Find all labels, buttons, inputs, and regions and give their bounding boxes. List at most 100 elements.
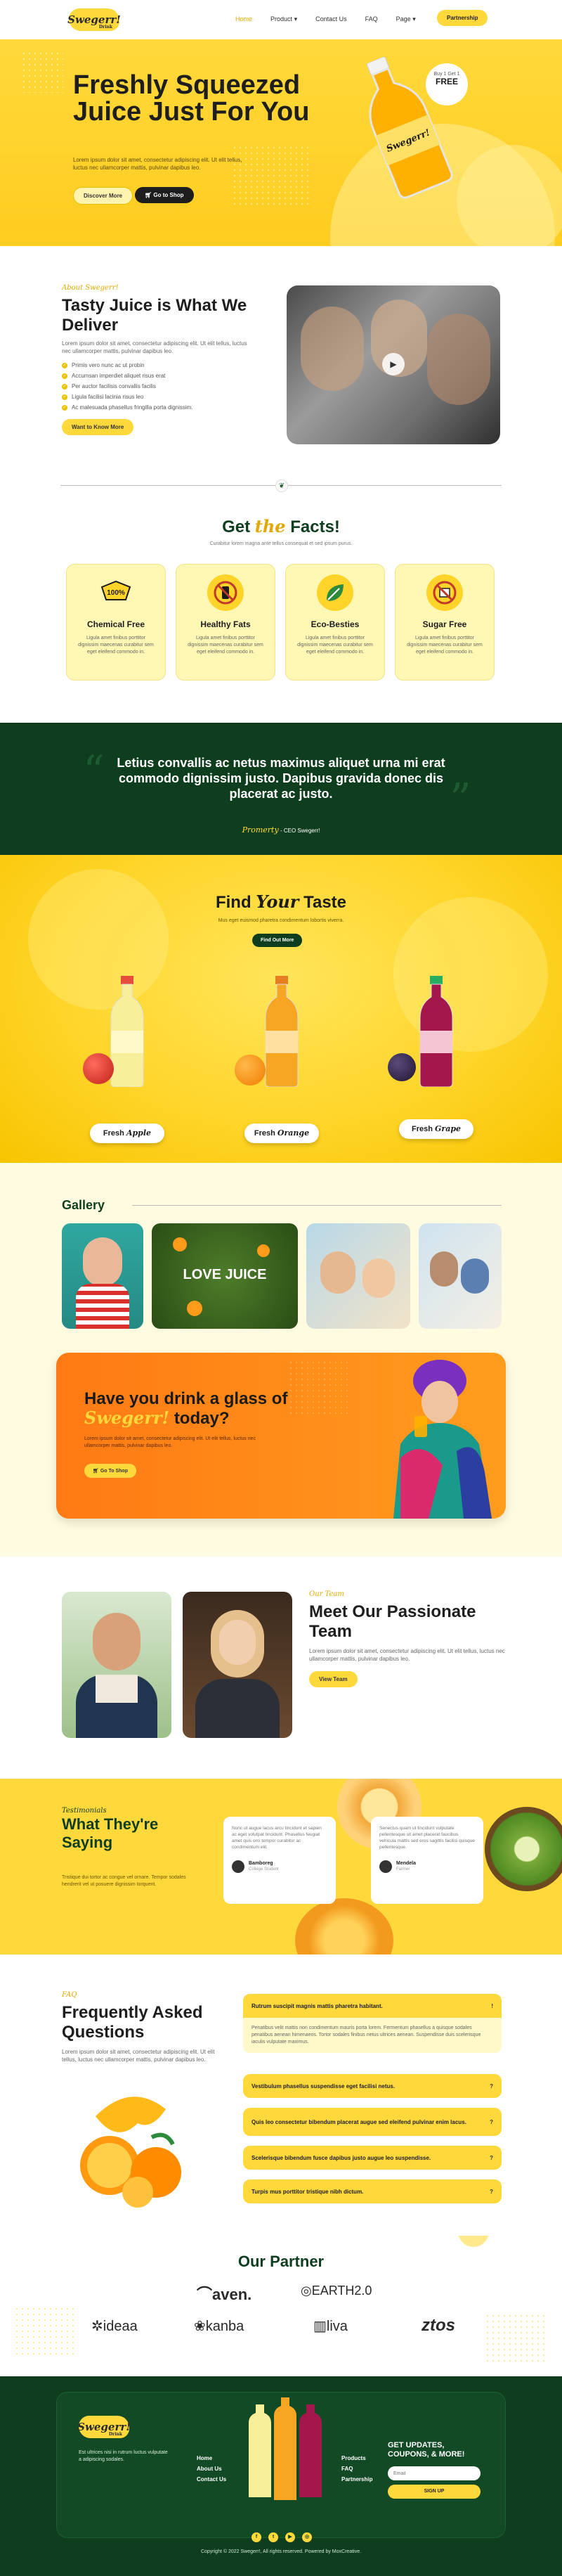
check-icon: ✓ (62, 404, 67, 411)
footer-logo[interactable]: Swegerr! Drink (77, 2416, 131, 2438)
youtube-icon[interactable]: ▶ (285, 2532, 295, 2542)
brand-logo[interactable]: Swegerr! Drink (67, 8, 121, 31)
testimonial-role: College Student (249, 1867, 279, 1872)
free-offer-badge: Buy 1 Get 1 FREE (426, 63, 468, 105)
partner-logo-kanba[interactable]: ❀kanba (194, 2317, 244, 2335)
faq-question-open[interactable]: Rutrum suscipit magnis mattis pharetra h… (243, 1994, 502, 2018)
testimonial-text: Senectus quam ut tincidunt vulputate pel… (379, 1826, 475, 1850)
facts-section: ❦ Get the Facts! Curabitur lorem magna a… (0, 478, 562, 723)
faq-question[interactable]: Vestibulum phasellus suspendisse eget fa… (243, 2074, 502, 2098)
go-to-shop-button[interactable]: 🛒︎ Go to Shop (135, 187, 194, 203)
bulb-icon: ✲ (91, 2319, 103, 2334)
photo-shape (430, 1251, 458, 1287)
promo-shop-label: Go To Shop (100, 1469, 128, 1474)
faq-question[interactable]: Scelerisque bibendum fusce dapibus justo… (243, 2146, 502, 2170)
no-sugar-icon (426, 574, 463, 611)
footer-link-products[interactable]: Products (341, 2455, 372, 2461)
about-title: Tasty Juice is What We Deliver (62, 296, 247, 335)
facts-subtitle: Curabitur lorem magna ante tellus conseq… (209, 541, 353, 546)
partner-logo-liva[interactable]: ▥liva (313, 2317, 348, 2335)
nav-product[interactable]: Product ▾ (270, 15, 297, 23)
badge-top-text: Buy 1 Get 1 (433, 72, 460, 77)
collapse-icon: ! (491, 2002, 493, 2009)
badge-percent: 100% (107, 589, 125, 597)
main-nav: Home Product ▾ Contact Us FAQ Page ▾ (235, 15, 416, 23)
team-title: Meet Our Passionate Team (309, 1602, 476, 1641)
photo-shape (96, 1675, 138, 1703)
photo-shape (173, 1237, 187, 1251)
gallery-image-family[interactable] (419, 1223, 502, 1329)
fact-title: Healthy Fats (200, 619, 251, 629)
check-icon: ✓ (62, 383, 67, 389)
fact-text: Ligula amet finibus porttitor dignissim … (297, 636, 373, 655)
twitter-icon[interactable]: t (268, 2532, 278, 2542)
signup-button[interactable]: SIGN UP (388, 2485, 481, 2499)
kiwi-image (485, 1807, 562, 1891)
nav-faq[interactable]: FAQ (365, 15, 378, 23)
team-member-photo-woman[interactable] (183, 1592, 292, 1738)
site-footer: Swegerr! Drink Est ultrices nisi in rutru… (0, 2376, 562, 2576)
taste-item-orange[interactable]: Fresh Orange (233, 976, 332, 1145)
nav-page[interactable]: Page ▾ (396, 15, 416, 23)
footer-link-home[interactable]: Home (197, 2455, 226, 2461)
taste-item-apple[interactable]: Fresh Apple (79, 976, 177, 1145)
testimonials-section: Testimonials What They're Saying Tristiq… (0, 1779, 562, 1954)
taste-title-taste: Taste (303, 893, 347, 912)
footer-link-faq[interactable]: FAQ (341, 2466, 372, 2472)
fact-card: 100% Chemical Free Ligula amet finibus p… (66, 564, 166, 681)
nav-home[interactable]: Home (235, 15, 252, 23)
gallery-image-oranges[interactable]: LOVE JUICE (152, 1223, 298, 1329)
list-item: ✓ Ligula facilisi lacinia risus leo (62, 394, 251, 400)
partnership-button[interactable]: Partnership (437, 10, 488, 26)
cart-icon: 🛒︎ (93, 1469, 100, 1474)
quote-section: “ ” Letius convallis ac netus maximus al… (0, 723, 562, 855)
find-out-more-button[interactable]: Find Out More (252, 934, 303, 947)
promo-title-b: today? (174, 1409, 230, 1428)
taste-title-find: Find (215, 893, 251, 912)
facebook-icon[interactable]: f (251, 2532, 261, 2542)
partner-logo-ideaa[interactable]: ✲ideaa (91, 2317, 138, 2335)
play-video-button[interactable]: ▶ (382, 353, 405, 375)
team-eyebrow: Our Team (309, 1590, 344, 1598)
faq-question[interactable]: Quis leo consectetur bibendum placerat a… (243, 2108, 502, 2136)
testimonial-role: Farmer (396, 1867, 410, 1872)
promo-shop-button[interactable]: 🛒︎ Go To Shop (84, 1464, 136, 1478)
apple-juice-bottle (110, 976, 144, 1087)
fresh-grape-label[interactable]: Fresh Grape (399, 1119, 473, 1139)
team-member-photo-man[interactable] (62, 1592, 171, 1738)
newsletter-email-input[interactable] (388, 2466, 481, 2480)
partner-logo-ztos[interactable]: ztos (422, 2316, 455, 2336)
chevron-down-icon: ▾ (412, 15, 416, 22)
footer-link-partnership[interactable]: Partnership (341, 2476, 372, 2482)
taste-title-your: Your (256, 891, 299, 912)
about-checklist: ✓ Primis vero nunc ac ut probin ✓ Accumsan… (62, 362, 251, 411)
taste-item-grape[interactable]: Fresh Grape (388, 976, 486, 1145)
hero-dot-pattern (232, 145, 309, 208)
view-team-button[interactable]: View Team (309, 1671, 358, 1687)
know-more-button[interactable]: Want to Know More (62, 419, 134, 435)
fresh-orange-label[interactable]: Fresh Orange (244, 1123, 319, 1143)
faq-paragraph: Lorem ipsum dolor sit amet, consectetur … (62, 2049, 215, 2063)
testimonial-name: Mendela (396, 1861, 417, 1866)
nav-contact[interactable]: Contact Us (315, 15, 347, 23)
footer-links-col1: Home About Us Contact Us (197, 2455, 226, 2487)
faq-question[interactable]: Turpis mus porttitor tristique nibh dict… (243, 2179, 502, 2203)
footer-link-contact[interactable]: Contact Us (197, 2476, 226, 2482)
fresh-apple-label[interactable]: Fresh Apple (90, 1123, 164, 1143)
promo-paragraph: Lorem ipsum dolor sit amet, consectetur … (84, 1436, 256, 1448)
testimonials-eyebrow: Testimonials (62, 1807, 107, 1815)
footer-link-about[interactable]: About Us (197, 2466, 226, 2472)
testimonial-author: Bamboreg College Student (232, 1860, 327, 1873)
fact-title: Sugar Free (422, 619, 467, 629)
gallery-image-kids[interactable] (306, 1223, 410, 1329)
faq-eyebrow: FAQ (62, 1991, 77, 1999)
partner-logo-aven[interactable]: ⌒aven. (197, 2282, 251, 2305)
cart-icon: 🛒︎ (145, 192, 154, 198)
testimonial-card: Senectus quam ut tincidunt vulputate pel… (371, 1817, 483, 1904)
partner-logo-earth[interactable]: ◎EARTH2.0 (301, 2284, 372, 2298)
discover-more-button[interactable]: Discover More (73, 187, 133, 205)
love-juice-label: LOVE JUICE (183, 1267, 267, 1282)
gallery-image-woman[interactable] (62, 1223, 143, 1329)
promo-banner: Have you drink a glass of Swegerr! today… (56, 1353, 506, 1519)
instagram-icon[interactable]: ◎ (302, 2532, 312, 2542)
